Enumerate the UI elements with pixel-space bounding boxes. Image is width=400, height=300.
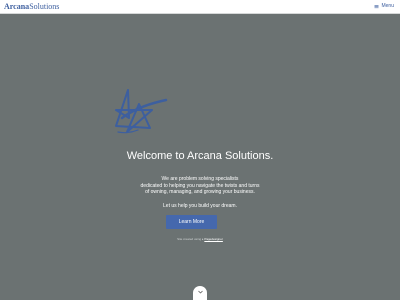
menu-label: Menu: [381, 3, 394, 9]
star-swoosh-icon: [115, 89, 168, 134]
intro-line: of owning, managing, and growing your bu…: [145, 189, 255, 195]
top-navbar: ArcanaSolutions Menu: [0, 0, 400, 14]
logo-text-solutions: Solutions: [29, 2, 60, 11]
logo-text-arcana: Arcana: [4, 2, 30, 11]
credit-prefix: Site created using ▸: [177, 237, 204, 241]
scroll-down-button[interactable]: [193, 286, 207, 300]
hero-tagline: Let us help you build your dream.: [163, 203, 237, 209]
credit-link[interactable]: Pagedesigner: [204, 237, 223, 241]
learn-more-button[interactable]: Learn More: [166, 215, 217, 229]
hero-intro: We are problem solving specialists dedic…: [100, 176, 300, 196]
site-logo[interactable]: ArcanaSolutions: [4, 2, 59, 11]
chevron-down-icon: [197, 290, 203, 294]
site-credit: Site created using ▸ Pagedesigner: [0, 237, 400, 241]
menu-button[interactable]: Menu: [374, 2, 394, 11]
hamburger-icon: [374, 5, 379, 9]
hero-headline: Welcome to Arcana Solutions.: [126, 150, 274, 162]
